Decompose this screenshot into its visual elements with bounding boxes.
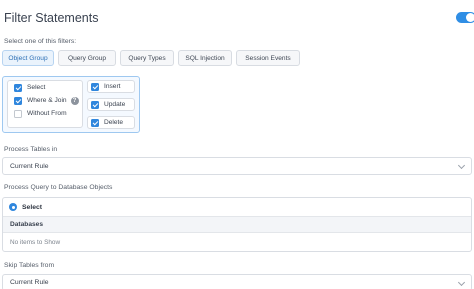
filters-label: Select one of this filters: <box>4 38 77 45</box>
help-icon[interactable]: ? <box>70 96 79 105</box>
skip-tables-label: Skip Tables from <box>4 262 55 269</box>
option-update[interactable]: Update <box>87 98 135 111</box>
option-insert[interactable]: Insert <box>87 80 135 93</box>
radio-select-label: Select <box>22 203 43 211</box>
process-tables-value: Current Rule <box>10 162 49 170</box>
radio-select[interactable] <box>9 203 17 211</box>
toggle-knob <box>466 13 474 22</box>
option-without-from-label: Without From <box>27 110 67 117</box>
tab-query-types[interactable]: Query Types <box>120 50 174 66</box>
tab-session-events[interactable]: Session Events <box>236 50 300 66</box>
tab-query-group[interactable]: Query Group <box>58 50 116 66</box>
empty-list-message: No items to Show <box>10 238 61 246</box>
filter-statements-toggle[interactable] <box>456 12 474 23</box>
option-update-label: Update <box>104 101 126 108</box>
option-delete-label: Delete <box>104 119 124 126</box>
option-select-label: Select <box>27 84 46 91</box>
tab-object-group[interactable]: Object Group <box>2 50 54 66</box>
radio-select-option[interactable]: Select <box>3 198 471 216</box>
option-delete[interactable]: Delete <box>87 116 135 129</box>
checkbox-where-join[interactable] <box>14 96 22 105</box>
option-select[interactable]: Select <box>8 81 82 94</box>
option-without-from[interactable]: Without From <box>8 107 82 120</box>
process-tables-select[interactable]: Current Rule <box>2 157 472 175</box>
option-insert-label: Insert <box>104 83 121 90</box>
chevron-down-icon <box>457 161 466 170</box>
checkbox-select[interactable] <box>14 83 22 92</box>
tab-sql-injection[interactable]: SQL Injection <box>178 50 232 66</box>
checkbox-delete[interactable] <box>91 118 99 127</box>
checkbox-without-from[interactable] <box>14 109 22 118</box>
filter-tabs: Object Group Query Group Query Types SQL… <box>2 50 300 66</box>
process-query-label: Process Query to Database Objects <box>4 184 113 191</box>
checkbox-insert[interactable] <box>91 82 99 91</box>
databases-column-header: Databases <box>3 216 471 233</box>
process-query-panel: Select Databases No items to Show <box>2 197 472 252</box>
query-options-left: Select Where & Join ? Without From <box>7 80 83 128</box>
page-title: Filter Statements <box>4 11 99 25</box>
chevron-down-icon <box>457 278 466 287</box>
skip-tables-select[interactable]: Current Rule <box>2 274 472 289</box>
process-tables-label: Process Tables in <box>4 146 58 153</box>
query-options-right: Insert Update Delete <box>87 80 135 134</box>
object-group-options: Select Where & Join ? Without From Inser… <box>2 76 140 133</box>
option-where-join-label: Where & Join <box>27 97 67 104</box>
option-where-join[interactable]: Where & Join ? <box>8 94 82 107</box>
checkbox-update[interactable] <box>91 100 99 109</box>
skip-tables-value: Current Rule <box>10 279 49 286</box>
